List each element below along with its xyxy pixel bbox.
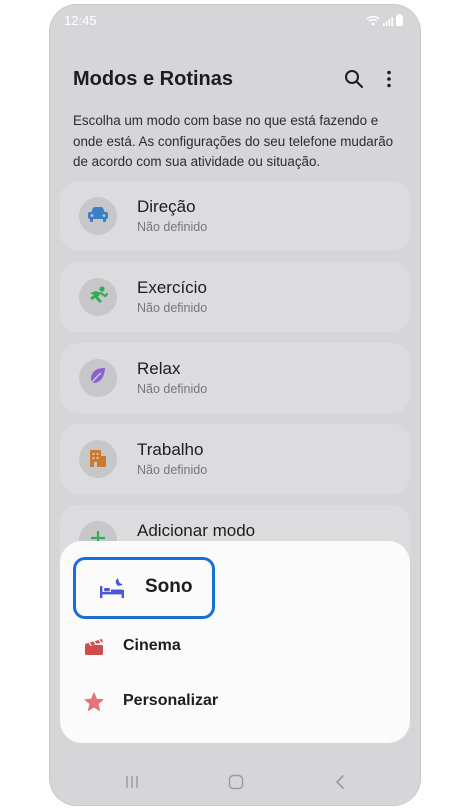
navigation-bar xyxy=(49,764,421,804)
popup-item-cinema[interactable]: Cinema xyxy=(60,621,410,673)
recents-button[interactable] xyxy=(117,772,147,796)
mode-icon-bg xyxy=(79,440,117,478)
home-button[interactable] xyxy=(221,772,251,796)
mode-title: Relax xyxy=(137,359,181,378)
more-options-button[interactable] xyxy=(376,68,402,94)
search-button[interactable] xyxy=(341,68,367,94)
car-icon xyxy=(87,206,109,227)
recents-icon xyxy=(124,774,140,795)
more-vertical-icon xyxy=(386,70,392,93)
building-icon xyxy=(89,447,107,472)
popup-item-personalizar[interactable]: Personalizar xyxy=(60,676,410,728)
star-icon xyxy=(82,690,106,714)
mode-subtitle: Não definido xyxy=(137,301,208,315)
back-button[interactable] xyxy=(325,772,355,796)
status-icons xyxy=(366,13,403,31)
app-header: Modos e Rotinas xyxy=(73,66,403,98)
mode-title: Direção xyxy=(137,197,196,216)
wifi-icon xyxy=(366,13,380,31)
mode-subtitle: Não definido xyxy=(137,463,208,477)
leaf-icon xyxy=(88,366,108,391)
mode-subtitle: Não definido xyxy=(137,220,208,234)
home-icon xyxy=(228,774,244,795)
add-mode-popup: Sono Cinema Personalizar xyxy=(60,541,410,743)
back-icon xyxy=(334,774,346,795)
battery-icon xyxy=(396,13,403,31)
page-title: Modos e Rotinas xyxy=(73,68,234,90)
mode-icon-bg xyxy=(79,359,117,397)
popup-item-label: Sono xyxy=(145,576,193,597)
mode-title: Adicionar modo xyxy=(137,521,256,540)
mode-icon-bg xyxy=(79,278,117,316)
mode-card-direcao[interactable]: Direção Não definido xyxy=(60,181,410,251)
mode-card-exercicio[interactable]: Exercício Não definido xyxy=(60,262,410,332)
mode-card-trabalho[interactable]: Trabalho Não definido xyxy=(60,424,410,494)
status-bar: 12:45 xyxy=(49,4,421,36)
mode-title: Exercício xyxy=(137,278,207,297)
phone-screen: 12:45 Modos e Rotinas Escolha um modo co… xyxy=(49,4,421,806)
mode-icon-bg xyxy=(79,197,117,235)
popup-item-label: Personalizar xyxy=(123,692,219,709)
mode-card-relax[interactable]: Relax Não definido xyxy=(60,343,410,413)
popup-item-sono[interactable]: Sono xyxy=(73,557,215,619)
running-icon xyxy=(87,285,109,310)
mode-subtitle: Não definido xyxy=(137,382,208,396)
page-description: Escolha um modo com base no que está faz… xyxy=(73,113,394,169)
popup-item-label: Cinema xyxy=(123,637,181,654)
signal-icon xyxy=(383,13,393,31)
status-time: 12:45 xyxy=(64,13,97,28)
clapperboard-icon xyxy=(82,635,106,659)
bed-moon-icon xyxy=(98,575,126,601)
mode-title: Trabalho xyxy=(137,440,204,459)
search-icon xyxy=(344,69,364,94)
